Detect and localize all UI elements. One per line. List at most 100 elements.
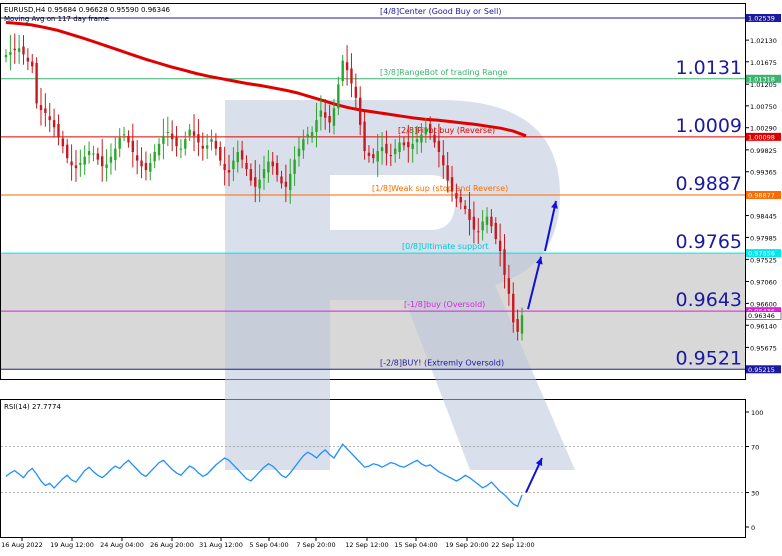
symbol-header: EURUSD,H4 0.95684 0.96628 0.95590 0.9634… — [4, 6, 171, 14]
candle-body — [402, 142, 406, 146]
candle-body — [254, 177, 257, 187]
candle-body — [149, 162, 152, 172]
candle-body — [315, 120, 318, 133]
candle-body — [420, 134, 423, 143]
time-tick-label: 19 Aug 12:00 — [50, 541, 94, 549]
candle-body — [271, 161, 274, 167]
price-tick-label: 1.00290 — [750, 125, 777, 133]
candle-body — [442, 155, 445, 166]
candle-body — [293, 159, 296, 174]
candle-body — [310, 132, 314, 138]
murrey-label: [-1/8]buy (Oversold) — [404, 300, 485, 309]
candle-body — [52, 120, 56, 128]
candle-body — [105, 164, 108, 168]
candle-body — [44, 108, 47, 113]
candle-body — [245, 162, 248, 170]
candle-body — [26, 57, 30, 62]
candle-body — [201, 145, 204, 149]
candle-body — [170, 133, 174, 140]
candle-body — [284, 181, 288, 187]
candle-body — [188, 129, 191, 136]
candle-body — [214, 140, 218, 149]
time-tick-label: 19 Sep 20:00 — [445, 541, 488, 549]
time-axis: 16 Aug 2022 19 Aug 12:00 24 Aug 04:00 26 Au… — [1, 537, 535, 549]
candle-body — [162, 135, 165, 144]
time-tick-label: 26 Aug 20:00 — [150, 541, 194, 549]
candle-body — [481, 221, 484, 231]
candle-body — [367, 152, 371, 156]
candle-body — [424, 127, 427, 135]
candle-body — [267, 161, 270, 173]
candle-body — [127, 136, 130, 143]
candle-body — [197, 134, 200, 143]
candle-body — [376, 151, 379, 162]
level-price-tag-label: 1.01318 — [748, 75, 775, 83]
chart-window: [4/8]Center (Good Buy or Sell) [3/8]Range… — [0, 0, 782, 552]
candle-body — [498, 240, 502, 252]
murrey-value-label: 0.9887 — [676, 173, 742, 195]
candle-body — [153, 151, 156, 162]
candle-body — [92, 153, 95, 155]
candle-body — [262, 169, 266, 178]
candle-body — [446, 165, 449, 181]
candle-body — [302, 139, 305, 151]
candle-body — [372, 154, 375, 159]
candle-body — [337, 84, 340, 109]
level-price-tag-label: 0.95215 — [748, 366, 775, 374]
time-tick-label: 12 Sep 12:00 — [345, 541, 388, 549]
candle-body — [219, 146, 222, 161]
candle-body — [22, 46, 25, 55]
candle-body — [144, 162, 148, 171]
candle-body — [87, 151, 91, 156]
candle-body — [385, 143, 388, 154]
level-price-tag-label: 1.00098 — [748, 133, 775, 141]
murrey-value-label: 0.9643 — [676, 289, 742, 311]
price-tick-label: 0.95675 — [750, 344, 777, 352]
candle-body — [477, 231, 480, 233]
candle-body — [192, 131, 196, 136]
candle-body — [450, 177, 454, 192]
candle-body — [359, 97, 362, 125]
candle-body — [389, 155, 393, 157]
time-tick-label: 24 Aug 04:00 — [100, 541, 144, 549]
candle-body — [363, 121, 366, 152]
murrey-label: [1/8]Weak sup (stop and Reverse) — [372, 184, 508, 193]
candle-body — [48, 116, 51, 121]
price-tick-label: 1.01675 — [750, 59, 777, 67]
candle-body — [503, 249, 506, 275]
candle-body — [232, 160, 235, 170]
candle-body — [306, 134, 309, 138]
candle-body — [472, 216, 476, 230]
candle-body — [70, 161, 73, 166]
candle-body — [223, 163, 226, 171]
candle-body — [289, 173, 292, 191]
candle-body — [175, 137, 178, 147]
candle-body — [79, 162, 82, 165]
candle-body — [393, 148, 397, 155]
candle-body — [184, 139, 187, 149]
candle-body — [13, 48, 16, 51]
rsi-label: RSI(14) 27.7774 — [4, 403, 61, 411]
candle-body — [66, 144, 69, 159]
level-price-tag-label: 1.02539 — [748, 15, 775, 23]
time-tick-label: 7 Sep 20:00 — [296, 541, 335, 549]
candle-body — [297, 148, 301, 157]
candle-body — [122, 134, 126, 136]
rsi-tick-label: 0 — [751, 524, 755, 532]
price-tick-label: 0.97985 — [750, 234, 777, 242]
price-tick-label: 1.02130 — [750, 37, 777, 45]
candle-body — [490, 216, 493, 227]
candle-body — [101, 156, 104, 167]
candle-body — [57, 123, 60, 137]
candle-body — [83, 156, 86, 165]
chart-canvas: [4/8]Center (Good Buy or Sell) [3/8]Range… — [0, 3, 782, 549]
candle-body — [275, 162, 279, 175]
time-tick-label: 5 Sep 04:00 — [249, 541, 288, 549]
candle-body — [516, 319, 519, 332]
candle-body — [468, 209, 471, 221]
candle-body — [380, 147, 384, 152]
murrey-label: [0/8]Ultimate support — [402, 242, 489, 251]
candle-body — [205, 145, 209, 149]
candle-body — [354, 86, 358, 98]
candle-body — [258, 179, 261, 189]
